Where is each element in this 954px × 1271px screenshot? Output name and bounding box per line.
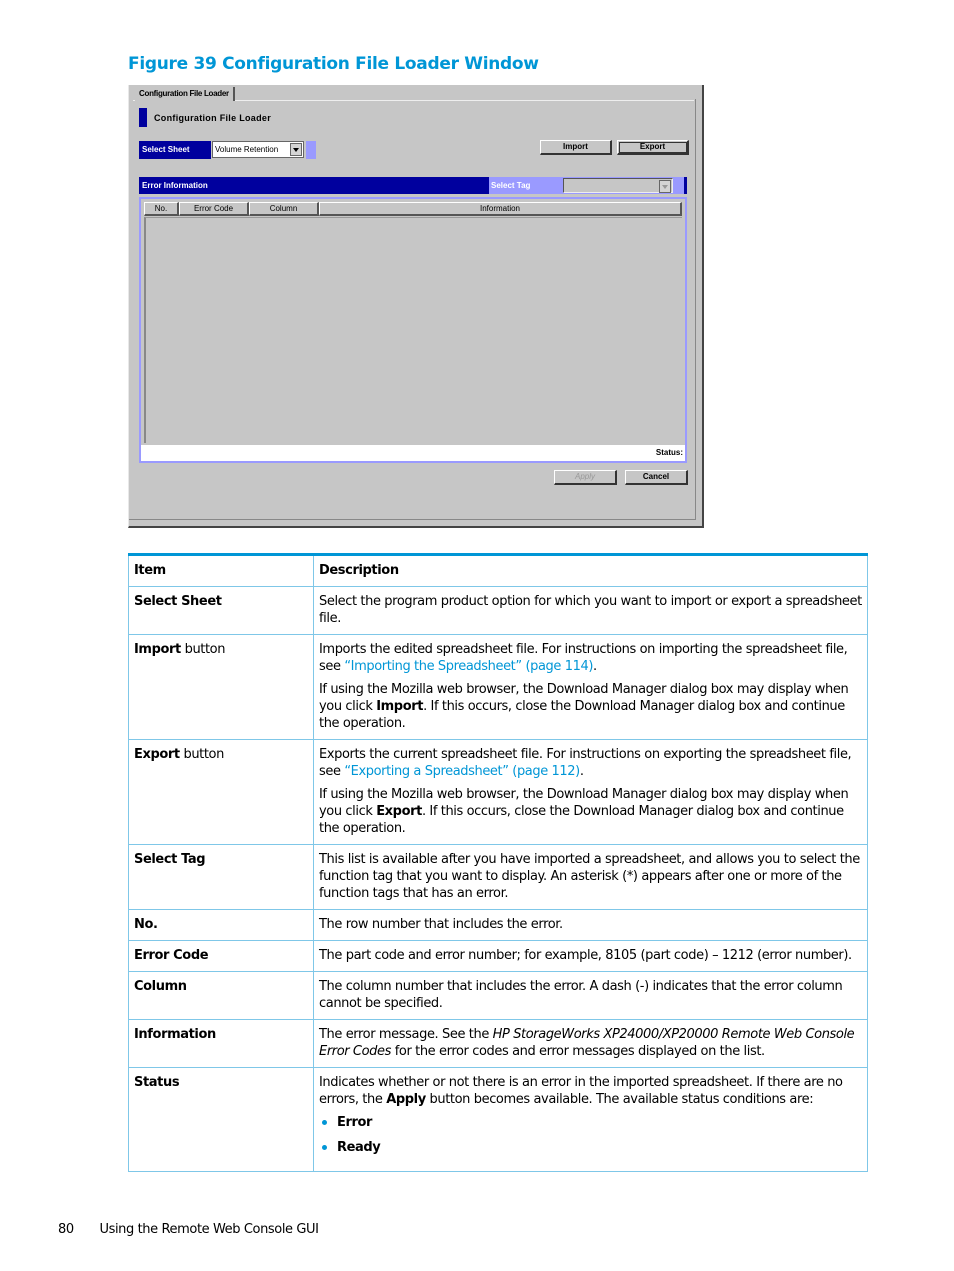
cancel-button[interactable]: Cancel [625, 470, 688, 485]
tab-config-file-loader[interactable]: Configuration File Loader [135, 87, 235, 101]
row-description: This list is available after you have im… [313, 844, 868, 910]
row-description: Exports the current spreadsheet file. Fo… [313, 739, 868, 845]
select-tag-label: Select Tag [489, 177, 561, 194]
row-item: Status [128, 1067, 314, 1172]
row-description: The row number that includes the error. [313, 909, 868, 941]
text: The error message. See the [319, 1027, 493, 1042]
panel-title: Configuration File Loader [139, 108, 271, 127]
description-paragraph: Indicates whether or not there is an err… [319, 1074, 862, 1108]
page-footer: 80 Using the Remote Web Console GUI [58, 1222, 319, 1237]
header-description: Description [313, 554, 868, 587]
select-sheet-label: Select Sheet [139, 141, 211, 159]
table-row: No. The row number that includes the err… [128, 909, 868, 941]
header-item: Item [128, 554, 314, 587]
select-sheet-accent [306, 141, 316, 159]
select-tag-container [561, 177, 673, 194]
status-conditions-list: Error Ready [319, 1114, 862, 1156]
select-tag-accent [673, 177, 687, 194]
row-item: No. [128, 909, 314, 941]
error-list: No. Error Code Column Information Status… [139, 197, 687, 463]
row-description: The error message. See the HP StorageWor… [313, 1019, 868, 1068]
row-item: Error Code [128, 940, 314, 972]
dropdown-button[interactable] [290, 143, 302, 156]
table-row: Select Tag This list is available after … [128, 844, 868, 910]
description-paragraph: If using the Mozilla web browser, the Do… [319, 681, 862, 732]
row-item: Select Tag [128, 844, 314, 910]
select-sheet-value: Volume Retention [215, 145, 279, 154]
tab-strip: Configuration File Loader [133, 87, 694, 101]
table-row: Column The column number that includes t… [128, 971, 868, 1020]
config-file-loader-window: Configuration File Loader Configuration … [128, 85, 704, 528]
figure-title: Figure 39 Configuration File Loader Wind… [128, 54, 539, 74]
row-item: Select Sheet [128, 586, 314, 635]
importing-spreadsheet-link[interactable]: “Importing the Spreadsheet” (page 114) [344, 659, 593, 674]
description-table: Item Description Select Sheet Select the… [128, 553, 868, 1172]
item-bold: Export [134, 747, 180, 762]
row-description: The column number that includes the erro… [313, 971, 868, 1020]
error-list-body[interactable] [144, 217, 682, 443]
import-button[interactable]: Import [540, 140, 612, 155]
list-item: Ready [319, 1139, 862, 1156]
export-button[interactable]: Export [617, 140, 689, 155]
row-item: Import button [128, 634, 314, 740]
description-paragraph: Imports the edited spreadsheet file. For… [319, 641, 862, 675]
status-label: Status: [655, 448, 683, 457]
footer-section-title: Using the Remote Web Console GUI [99, 1222, 319, 1237]
column-header-error-code[interactable]: Error Code [179, 202, 249, 216]
item-rest: button [179, 747, 224, 762]
list-item: Error [319, 1114, 862, 1131]
bold-text: Apply [386, 1092, 426, 1107]
row-description: The part code and error number; for exam… [313, 940, 868, 972]
column-header-column[interactable]: Column [249, 202, 319, 216]
text: . [593, 659, 597, 674]
description-paragraph: If using the Mozilla web browser, the Do… [319, 786, 862, 837]
row-description: Imports the edited spreadsheet file. For… [313, 634, 868, 740]
select-tag-dropdown-button[interactable] [659, 180, 671, 193]
column-header-no[interactable]: No. [144, 202, 179, 216]
item-bold: Import [134, 642, 181, 657]
text: . [579, 764, 584, 779]
table-row: Import button Imports the edited spreads… [128, 634, 868, 740]
title-marker-icon [139, 108, 147, 127]
panel-title-text: Configuration File Loader [154, 112, 271, 123]
row-description: Indicates whether or not there is an err… [313, 1067, 868, 1172]
exporting-spreadsheet-link[interactable]: “Exporting a Spreadsheet” (page 112) [344, 764, 580, 779]
status-bar: Status: [141, 445, 685, 461]
page-number: 80 [58, 1222, 74, 1237]
column-header-information[interactable]: Information [319, 202, 682, 216]
window-bottom-edge [129, 519, 696, 520]
description-paragraph: Exports the current spreadsheet file. Fo… [319, 746, 862, 780]
row-item: Information [128, 1019, 314, 1068]
select-sheet-dropdown[interactable]: Volume Retention [212, 141, 304, 158]
item-rest: button [180, 642, 226, 657]
window-inner-edge [695, 99, 696, 520]
row-description: Select the program product option for wh… [313, 586, 868, 635]
table-row: Select Sheet Select the program product … [128, 586, 868, 635]
table-row: Error Code The part code and error numbe… [128, 940, 868, 972]
error-information-header: Error Information [139, 177, 489, 194]
chevron-down-icon [662, 184, 668, 189]
chevron-down-icon [293, 147, 299, 152]
bold-text: Export [376, 804, 422, 819]
bold-text: Import [376, 699, 424, 714]
table-header-row: Item Description [128, 554, 868, 587]
table-row: Status Indicates whether or not there is… [128, 1067, 868, 1172]
text: for the error codes and error messages d… [391, 1044, 765, 1059]
row-item: Column [128, 971, 314, 1020]
row-item: Export button [128, 739, 314, 845]
table-row: Information The error message. See the H… [128, 1019, 868, 1068]
select-tag-dropdown[interactable] [563, 178, 673, 193]
apply-button[interactable]: Apply [554, 470, 617, 485]
table-row: Export button Exports the current spread… [128, 739, 868, 845]
error-list-header: No. Error Code Column Information [144, 202, 682, 216]
text: button becomes available. The available … [425, 1092, 814, 1107]
